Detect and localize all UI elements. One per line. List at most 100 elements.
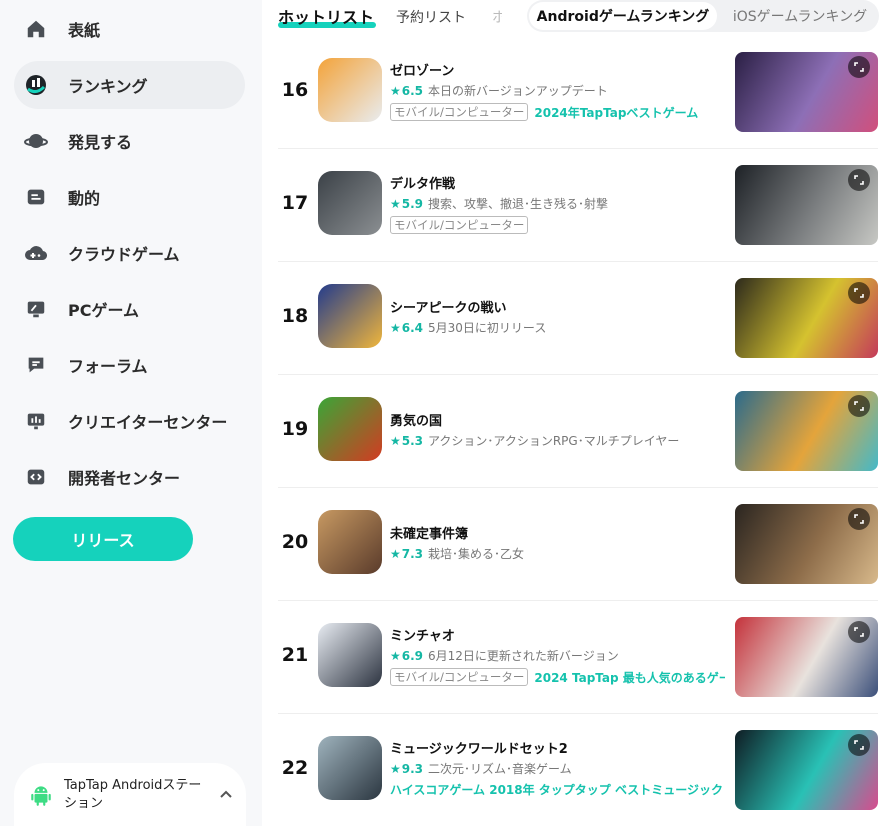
game-meta: ★ 6.5 本日の新バージョンアップデート xyxy=(390,82,608,99)
tab-hot-list[interactable]: ホットリスト xyxy=(278,4,374,28)
star-icon: ★ xyxy=(390,196,401,211)
game-score: 6.5 xyxy=(401,83,424,98)
sidebar-item-label: クラウドゲーム xyxy=(68,245,180,264)
game-row[interactable]: 17 デルタ作戦 ★ 5.9 捜索、攻撃、撤退･生き残る･射撃モバイル/コンピューター xyxy=(278,149,878,262)
release-button[interactable]: リリース xyxy=(13,517,193,561)
sidebar-item-cloud-game[interactable]: クラウドゲーム xyxy=(14,229,245,277)
game-title[interactable]: シーアピークの戦い xyxy=(390,297,506,316)
game-title[interactable]: ミンチャオ xyxy=(390,625,455,644)
sidebar-item-chat[interactable]: フォーラム xyxy=(14,341,245,389)
award-label: 2024 TapTap 最も人気のあるゲー xyxy=(534,670,725,685)
game-description: 6月12日に更新された新バージョン xyxy=(428,649,619,663)
game-icon[interactable] xyxy=(318,736,382,800)
tab-android-ranking[interactable]: Androidゲームランキング xyxy=(529,2,717,30)
game-title[interactable]: 未確定事件簿 xyxy=(390,523,468,542)
game-screenshot[interactable] xyxy=(735,278,878,358)
expand-icon[interactable] xyxy=(848,282,870,304)
game-description: アクション･アクションRPG･マルチプレイヤー xyxy=(428,434,680,448)
game-description: 二次元･リズム･音楽ゲーム xyxy=(428,762,572,776)
code-icon xyxy=(24,465,48,489)
game-row[interactable]: 22 ミュージックワールドセット2 ★ 9.3 二次元･リズム･音楽ゲームハイスコアゲー… xyxy=(278,714,878,826)
sidebar-item-label: 開発者センター xyxy=(68,469,181,488)
tab-reserve-list[interactable]: 予約リスト xyxy=(396,7,466,27)
game-title[interactable]: ゼロゾーン xyxy=(390,60,454,79)
game-title[interactable]: デルタ作戦 xyxy=(390,173,455,192)
game-icon[interactable] xyxy=(318,58,382,122)
game-score: 6.4 xyxy=(401,320,424,335)
game-screenshot[interactable] xyxy=(735,617,878,697)
game-title[interactable]: ミュージックワールドセット2 xyxy=(390,738,568,757)
game-screenshot[interactable] xyxy=(735,391,878,471)
game-screenshot[interactable] xyxy=(735,504,878,584)
expand-icon[interactable] xyxy=(848,395,870,417)
sidebar-item-home[interactable]: 表紙 xyxy=(14,5,245,53)
game-screenshot[interactable] xyxy=(735,52,878,132)
game-icon[interactable] xyxy=(318,171,382,235)
expand-icon[interactable] xyxy=(848,56,870,78)
game-row[interactable]: 16 ゼロゾーン ★ 6.5 本日の新バージョンアップデート モバイル/コンピューター 20… xyxy=(278,36,878,149)
chevron-up-icon[interactable] xyxy=(218,787,234,803)
sidebar-item-label: 発見する xyxy=(68,133,133,152)
star-icon: ★ xyxy=(390,761,401,776)
game-meta: ★ 6.4 5月30日に初リリース xyxy=(390,319,546,336)
game-row[interactable]: 20 未確定事件簿 ★ 7.3 栽培･集める･乙女 xyxy=(278,488,878,601)
feed-icon xyxy=(24,185,48,209)
game-description: 捜索、攻撃、撤退･生き残る･射撃 xyxy=(428,197,609,211)
game-row[interactable]: 21 ミンチャオ ★ 6.9 6月12日に更新された新バージョン モバイル/コンピューター… xyxy=(278,601,878,714)
rank-number: 22 xyxy=(281,757,309,779)
star-icon: ★ xyxy=(390,83,401,98)
expand-icon[interactable] xyxy=(848,734,870,756)
chat-icon xyxy=(24,353,48,377)
sidebar-item-ranking[interactable]: ランキング xyxy=(14,61,245,109)
game-icon[interactable] xyxy=(318,284,382,348)
sidebar-item-monitor[interactable]: PCゲーム xyxy=(14,285,245,333)
game-screenshot[interactable] xyxy=(735,165,878,245)
game-screenshot[interactable] xyxy=(735,730,878,810)
platform-switch: Androidゲームランキング iOSゲームランキング xyxy=(527,0,879,32)
game-score: 5.9 xyxy=(401,196,424,211)
award-label: ハイスコアゲーム 2018年 タップタップ ベストミュージック xyxy=(390,783,723,797)
sidebar-item-feed[interactable]: 動的 xyxy=(14,173,245,221)
game-tags: モバイル/コンピューター 2024 TapTap 最も人気のあるゲー xyxy=(390,668,725,686)
android-station-widget[interactable]: TapTap Androidステーション xyxy=(14,763,246,826)
rank-number: 17 xyxy=(281,192,309,214)
game-description: 栽培･集める･乙女 xyxy=(428,547,525,561)
game-icon[interactable] xyxy=(318,510,382,574)
game-row[interactable]: 18 シーアピークの戦い ★ 6.4 5月30日に初リリース xyxy=(278,262,878,375)
ranking-icon xyxy=(24,73,48,97)
sidebar-item-planet[interactable]: 発見する xyxy=(14,117,245,165)
tab-ios-ranking[interactable]: iOSゲームランキング xyxy=(727,2,873,30)
expand-icon[interactable] xyxy=(848,169,870,191)
game-meta: ★ 9.3 二次元･リズム･音楽ゲーム xyxy=(390,760,572,777)
game-score: 7.3 xyxy=(401,546,424,561)
sidebar-item-label: フォーラム xyxy=(68,357,148,376)
platform-badge: モバイル/コンピューター xyxy=(390,216,529,234)
sidebar: 表紙ランキング発見する動的クラウドゲーム PCゲームフォーラムクリエイターセンター… xyxy=(0,0,262,826)
game-meta: ★ 6.9 6月12日に更新された新バージョン xyxy=(390,647,619,664)
sidebar-item-code[interactable]: 開発者センター xyxy=(14,453,245,501)
platform-badge: モバイル/コンピューター xyxy=(390,103,529,121)
rank-number: 18 xyxy=(281,305,309,327)
game-meta: ★ 7.3 栽培･集める･乙女 xyxy=(390,545,524,562)
star-icon: ★ xyxy=(390,648,401,663)
tab-more[interactable]: ホ xyxy=(492,7,502,27)
expand-icon[interactable] xyxy=(848,508,870,530)
release-label: リリース xyxy=(71,531,135,550)
expand-icon[interactable] xyxy=(848,621,870,643)
game-icon[interactable] xyxy=(318,623,382,687)
sidebar-item-label: 表紙 xyxy=(68,21,101,40)
game-meta: ★ 5.3 アクション･アクションRPG･マルチプレイヤー xyxy=(390,432,679,449)
sidebar-item-creator[interactable]: クリエイターセンター xyxy=(14,397,245,445)
game-score: 5.3 xyxy=(401,433,424,448)
monitor-icon xyxy=(24,297,48,321)
rank-number: 16 xyxy=(281,79,309,101)
game-icon[interactable] xyxy=(318,397,382,461)
star-icon: ★ xyxy=(390,320,401,335)
rank-number: 20 xyxy=(281,531,309,553)
sidebar-item-label: ランキング xyxy=(68,77,148,96)
ranking-tabs: ホットリスト 予約リスト ホ Androidゲームランキング iOSゲームランキ… xyxy=(262,0,893,36)
game-row[interactable]: 19 勇気の国 ★ 5.3 アクション･アクションRPG･マルチプレイヤー xyxy=(278,375,878,488)
game-title[interactable]: 勇気の国 xyxy=(390,410,442,429)
game-description: 本日の新バージョンアップデート xyxy=(428,84,608,98)
creator-icon xyxy=(24,409,48,433)
